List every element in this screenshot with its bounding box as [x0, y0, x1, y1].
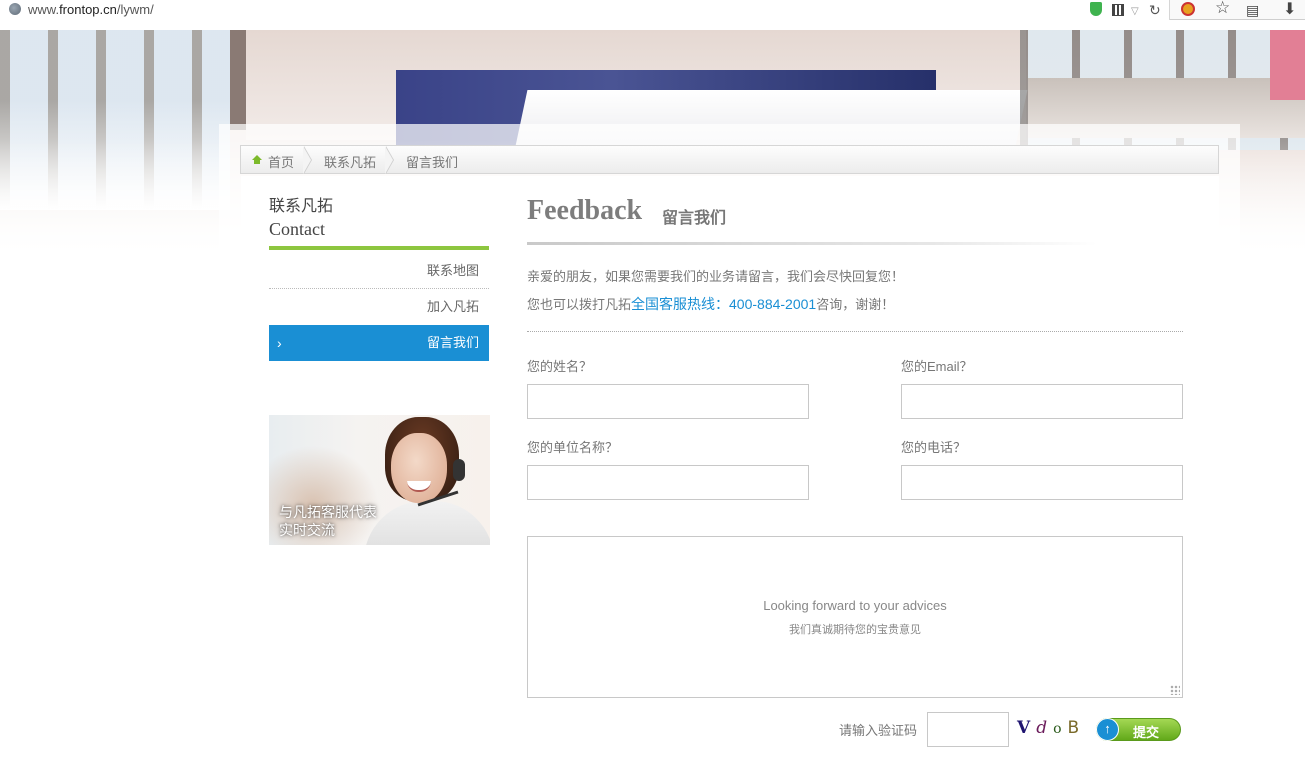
message-placeholder-en: Looking forward to your advices: [763, 598, 947, 613]
browser-toolbar: www.frontop.cn/lywm/ ▽ ↻ ☆ ▤ ⬇: [0, 0, 1305, 20]
block-icon[interactable]: [1181, 2, 1195, 16]
banner-pink-wall: [1270, 30, 1305, 100]
chevron-right-icon: ›: [277, 335, 282, 351]
home-icon: [252, 155, 262, 164]
sidebar-item-map[interactable]: 联系地图: [269, 253, 489, 289]
captcha-char: o: [1053, 721, 1068, 737]
qr-code-icon[interactable]: [1112, 4, 1124, 16]
resize-grip-icon[interactable]: [1170, 685, 1180, 695]
sidebar-item-label: 联系地图: [426, 263, 479, 278]
sidebar-item-message[interactable]: › 留言我们: [269, 325, 489, 361]
company-label: 您的单位名称？: [527, 440, 619, 455]
phone-label: 您的电话？: [901, 440, 967, 455]
message-placeholder-cn: 我们真诚期待您的宝贵意见: [789, 624, 921, 636]
reload-icon[interactable]: ↻: [1149, 2, 1161, 18]
name-input[interactable]: [527, 384, 809, 419]
breadcrumb-home[interactable]: 首页: [268, 152, 294, 171]
phone-input[interactable]: [901, 465, 1183, 500]
security-shield-icon[interactable]: [1090, 2, 1102, 16]
promo-shoulder: [364, 501, 490, 545]
dropdown-arrow-icon[interactable]: ▽: [1131, 4, 1139, 20]
sidebar-title: 联系凡拓 Contact: [269, 196, 333, 240]
hotline-number: 全国客服热线：400-884-2001: [631, 296, 817, 312]
intro-text: 亲爱的朋友，如果您需要我们的业务请留言，我们会尽快回复您！: [527, 269, 905, 284]
email-label: 您的Email？: [901, 359, 973, 374]
customer-service-promo[interactable]: 与凡拓客服代表 实时交流: [269, 415, 490, 545]
sidebar-title-en: Contact: [269, 219, 325, 239]
headset-icon: [453, 459, 465, 481]
reading-list-icon[interactable]: ▤: [1246, 2, 1259, 18]
submit-label: 提交: [1133, 725, 1160, 740]
address-bar[interactable]: www.frontop.cn/lywm/ ▽ ↻: [0, 0, 1170, 20]
bookmark-star-icon[interactable]: ☆: [1215, 0, 1230, 16]
title-divider: [527, 242, 1097, 245]
promo-face: [391, 433, 447, 503]
captcha-label: 请输入验证码: [839, 723, 918, 738]
name-label: 您的姓名？: [527, 359, 593, 374]
sidebar-accent-bar: [269, 246, 489, 250]
email-input[interactable]: [901, 384, 1183, 419]
promo-line-1: 与凡拓客服代表: [279, 504, 377, 520]
sidebar-item-label: 加入凡拓: [426, 299, 479, 314]
intro-hotline-text: 您也可以拨打凡拓全国客服热线：400-884-2001咨询，谢谢！: [527, 294, 894, 314]
upload-arrow-icon: ↑: [1096, 718, 1119, 741]
url-text[interactable]: www.frontop.cn/lywm/: [28, 2, 154, 17]
breadcrumb-contact[interactable]: 联系凡拓: [324, 152, 376, 171]
page-title: Feedback: [527, 195, 643, 226]
breadcrumb-separator: [385, 146, 398, 174]
banner-column: [230, 30, 246, 130]
sidebar-item-label: 留言我们: [426, 335, 479, 350]
breadcrumb-current: 留言我们: [406, 155, 459, 170]
captcha-char: d: [1036, 718, 1054, 738]
intro-prefix: 您也可以拨打凡拓: [527, 297, 632, 312]
submit-button[interactable]: ↑ 提交: [1096, 718, 1181, 741]
captcha-char: V: [1017, 718, 1037, 738]
captcha-input[interactable]: [927, 712, 1009, 747]
intro-suffix: 咨询，谢谢！: [816, 297, 895, 312]
captcha-char: B: [1067, 718, 1086, 738]
dotted-divider: [527, 331, 1183, 332]
captcha-image[interactable]: VdoB: [1017, 715, 1087, 741]
sidebar-item-join[interactable]: 加入凡拓: [269, 289, 489, 325]
company-input[interactable]: [527, 465, 809, 500]
promo-caption: 与凡拓客服代表 实时交流: [279, 503, 377, 539]
page-subtitle: 留言我们: [662, 210, 727, 227]
breadcrumb-separator: [303, 146, 316, 174]
download-icon[interactable]: ⬇: [1283, 2, 1296, 18]
breadcrumb: 首页 联系凡拓 留言我们: [240, 145, 1219, 174]
sidebar-title-cn: 联系凡拓: [269, 198, 334, 215]
message-textarea[interactable]: Looking forward to your advices 我们真诚期待您的…: [527, 536, 1183, 698]
globe-icon: [9, 3, 21, 15]
promo-line-2: 实时交流: [279, 522, 335, 538]
